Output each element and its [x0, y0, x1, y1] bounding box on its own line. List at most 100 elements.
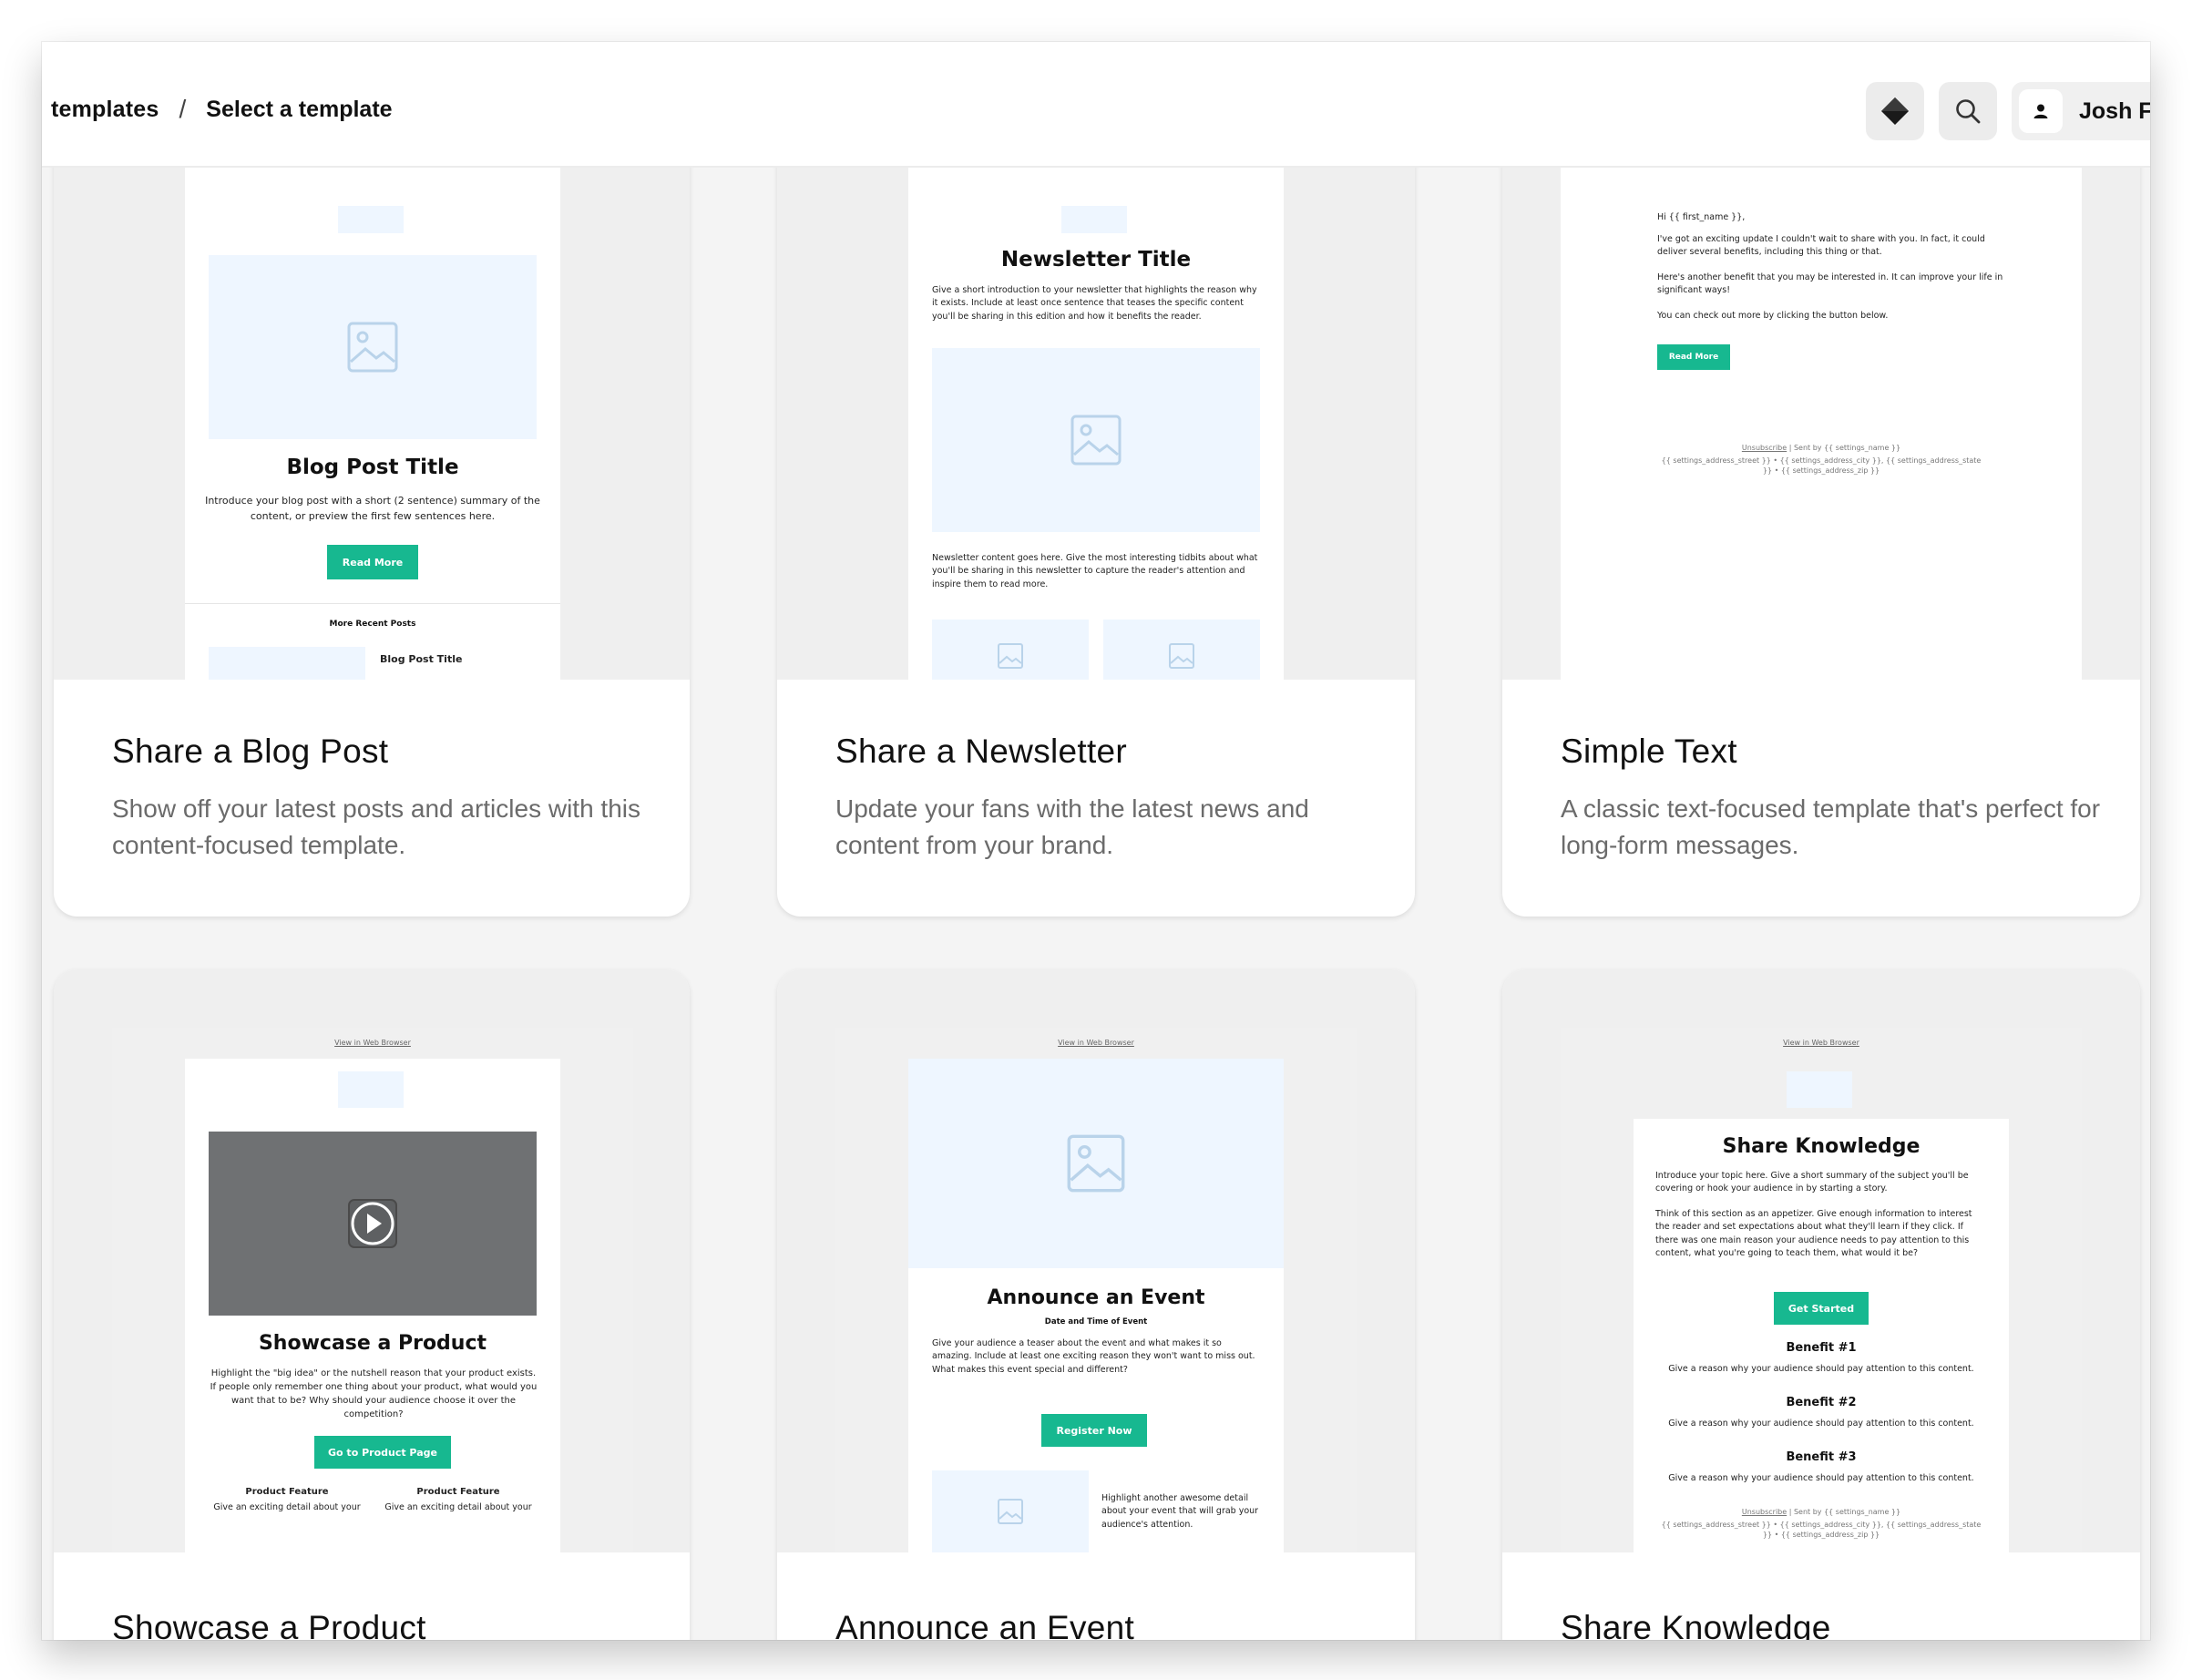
preview-sent-by: | Sent by {{ settings_name }}: [1788, 444, 1901, 452]
breadcrumb-separator: /: [179, 95, 187, 123]
user-icon: [2033, 104, 2048, 118]
template-info: Showcase a Product: [112, 1609, 653, 1640]
preview-sent-by: | Sent by {{ settings_name }}: [1788, 1508, 1901, 1516]
image-placeholder: [932, 348, 1260, 532]
preview-side-text: Highlight another awesome detail about y…: [1101, 1493, 1259, 1530]
preview-intro: Highlight the "big idea" or the nutshell…: [210, 1368, 538, 1419]
preview-intro: Give a short introduction to your newsle…: [932, 285, 1257, 322]
image-icon: [1067, 1134, 1125, 1193]
preview-greeting: Hi {{ first_name }},: [1657, 212, 1746, 222]
preview-benefit-text: Give a reason why your audience should p…: [1668, 1364, 1974, 1374]
template-info: Simple Text A classic text-focused templ…: [1561, 732, 2104, 864]
preview-feature-title: Product Feature: [416, 1487, 500, 1497]
logo-placeholder: [338, 1071, 404, 1108]
preview-benefit-title: Benefit #1: [1786, 1341, 1857, 1355]
template-description: A classic text-focused template that's p…: [1561, 794, 2101, 859]
preview-heading: Newsletter Title: [1000, 248, 1192, 271]
search-icon: [1956, 99, 1981, 124]
app-window: templates / Select a template Josh F Blo…: [42, 42, 2150, 1640]
logo-placeholder: [338, 206, 404, 233]
template-title: Simple Text: [1561, 732, 1737, 770]
template-title: Share a Blog Post: [112, 732, 389, 770]
preview-benefit-title: Benefit #2: [1786, 1396, 1857, 1409]
play-icon: [348, 1199, 397, 1248]
preview-read-more-button: Read More: [327, 545, 418, 579]
breadcrumb-current: Select a template: [206, 96, 393, 122]
preview-intro: Introduce your blog post with a short (2…: [205, 495, 540, 522]
template-preview: Blog Post Title Introduce your blog post…: [54, 78, 690, 680]
preview-get-started-button: Get Started: [1774, 1292, 1869, 1325]
preview-subheading: Date and Time of Event: [1044, 1317, 1148, 1327]
preview-benefit-title: Benefit #3: [1786, 1450, 1857, 1464]
preview-feature-title: Product Feature: [245, 1487, 329, 1497]
image-icon: [1169, 643, 1194, 669]
template-title: Share Knowledge: [1561, 1609, 1831, 1640]
breadcrumb-templates-link[interactable]: templates: [51, 97, 159, 123]
preview-benefit-text: Give a reason why your audience should p…: [1668, 1473, 1974, 1483]
preview-feature-text: Give an exciting detail about your: [384, 1502, 532, 1512]
preview-paragraph: Introduce your topic here. Give a short …: [1655, 1171, 1969, 1194]
template-info: Share a Newsletter Update your fans with…: [835, 732, 1378, 864]
preview-body: Newsletter content goes here. Give the m…: [932, 553, 1258, 589]
user-menu-button[interactable]: Josh F: [2012, 82, 2150, 140]
template-info: Share Knowledge: [1561, 1609, 2104, 1640]
preview-heading: Announce an Event: [987, 1286, 1205, 1309]
top-header: templates / Select a template Josh F: [42, 42, 2150, 168]
post-thumbnail-placeholder: [209, 647, 365, 680]
breadcrumb: templates / Select a template: [51, 95, 393, 124]
image-placeholder: [932, 1470, 1089, 1552]
template-card-simple-text[interactable]: Hi {{ first_name }}, I've got an excitin…: [1502, 78, 2140, 917]
preview-paragraph: Here's another benefit that you may be i…: [1657, 272, 2003, 296]
preview-unsubscribe-link: Unsubscribe: [1741, 444, 1787, 452]
preview-feature-text: Give an exciting detail about your: [213, 1502, 361, 1512]
image-icon: [998, 1499, 1023, 1524]
preview-heading: Showcase a Product: [258, 1332, 487, 1355]
template-description: Update your fans with the latest news an…: [835, 794, 1309, 859]
logo-button[interactable]: [1866, 82, 1924, 140]
preview-paragraph: Think of this section as an appetizer. G…: [1655, 1209, 1972, 1258]
preview-address: {{ settings_address_street }} • {{ setti…: [1661, 1521, 1982, 1540]
template-preview: Newsletter Title Give a short introducti…: [777, 78, 1415, 680]
image-placeholder: [1103, 620, 1260, 680]
template-preview: View in Web Browser Announce an Event Da…: [777, 969, 1415, 1552]
diamond-logo-icon: [1881, 97, 1909, 125]
preview-view-in-browser-link: View in Web Browser: [1058, 1039, 1134, 1047]
template-card-showcase-product[interactable]: View in Web Browser Showcase a Product H…: [54, 969, 690, 1640]
template-description: Show off your latest posts and articles …: [112, 794, 640, 859]
preview-sub-title: Blog Post Title: [380, 653, 463, 665]
preview-product-page-button: Go to Product Page: [314, 1436, 451, 1469]
preview-view-in-browser-link: View in Web Browser: [334, 1039, 411, 1047]
preview-paragraph: I've got an exciting update I couldn't w…: [1657, 234, 1985, 258]
template-preview: View in Web Browser Share Knowledge Intr…: [1502, 969, 2140, 1552]
preview-address: {{ settings_address_street }} • {{ setti…: [1661, 456, 1982, 476]
template-preview: View in Web Browser Showcase a Product H…: [54, 969, 690, 1552]
avatar: [2019, 89, 2063, 133]
preview-unsubscribe-link: Unsubscribe: [1741, 1508, 1787, 1516]
template-card-announce-event[interactable]: View in Web Browser Announce an Event Da…: [777, 969, 1415, 1640]
preview-read-more-button: Read More: [1657, 344, 1730, 370]
preview-heading: Blog Post Title: [286, 456, 459, 479]
user-name: Josh F: [2079, 97, 2150, 124]
image-icon: [347, 322, 398, 373]
template-card-share-knowledge[interactable]: View in Web Browser Share Knowledge Intr…: [1502, 969, 2140, 1640]
image-placeholder: [209, 255, 537, 439]
image-icon: [1070, 415, 1122, 466]
logo-placeholder: [1061, 206, 1127, 233]
template-preview: Hi {{ first_name }}, I've got an excitin…: [1502, 78, 2140, 680]
search-button[interactable]: [1939, 82, 1997, 140]
preview-view-in-browser-link: View in Web Browser: [1783, 1039, 1859, 1047]
template-card-share-newsletter[interactable]: Newsletter Title Give a short introducti…: [777, 78, 1415, 917]
template-info: Announce an Event: [835, 1609, 1378, 1640]
logo-placeholder: [1787, 1071, 1852, 1108]
hero-image-placeholder: [908, 1059, 1284, 1268]
template-card-share-blog-post[interactable]: Blog Post Title Introduce your blog post…: [54, 78, 690, 917]
template-info: Share a Blog Post Show off your latest p…: [112, 732, 653, 864]
template-title: Share a Newsletter: [835, 732, 1128, 770]
template-title: Showcase a Product: [112, 1609, 426, 1640]
preview-heading: Share Knowledge: [1722, 1135, 1921, 1158]
preview-benefit-text: Give a reason why your audience should p…: [1668, 1419, 1974, 1429]
video-placeholder: [209, 1132, 537, 1316]
preview-register-button: Register Now: [1041, 1414, 1147, 1447]
image-icon: [998, 643, 1023, 669]
image-placeholder: [932, 620, 1089, 680]
